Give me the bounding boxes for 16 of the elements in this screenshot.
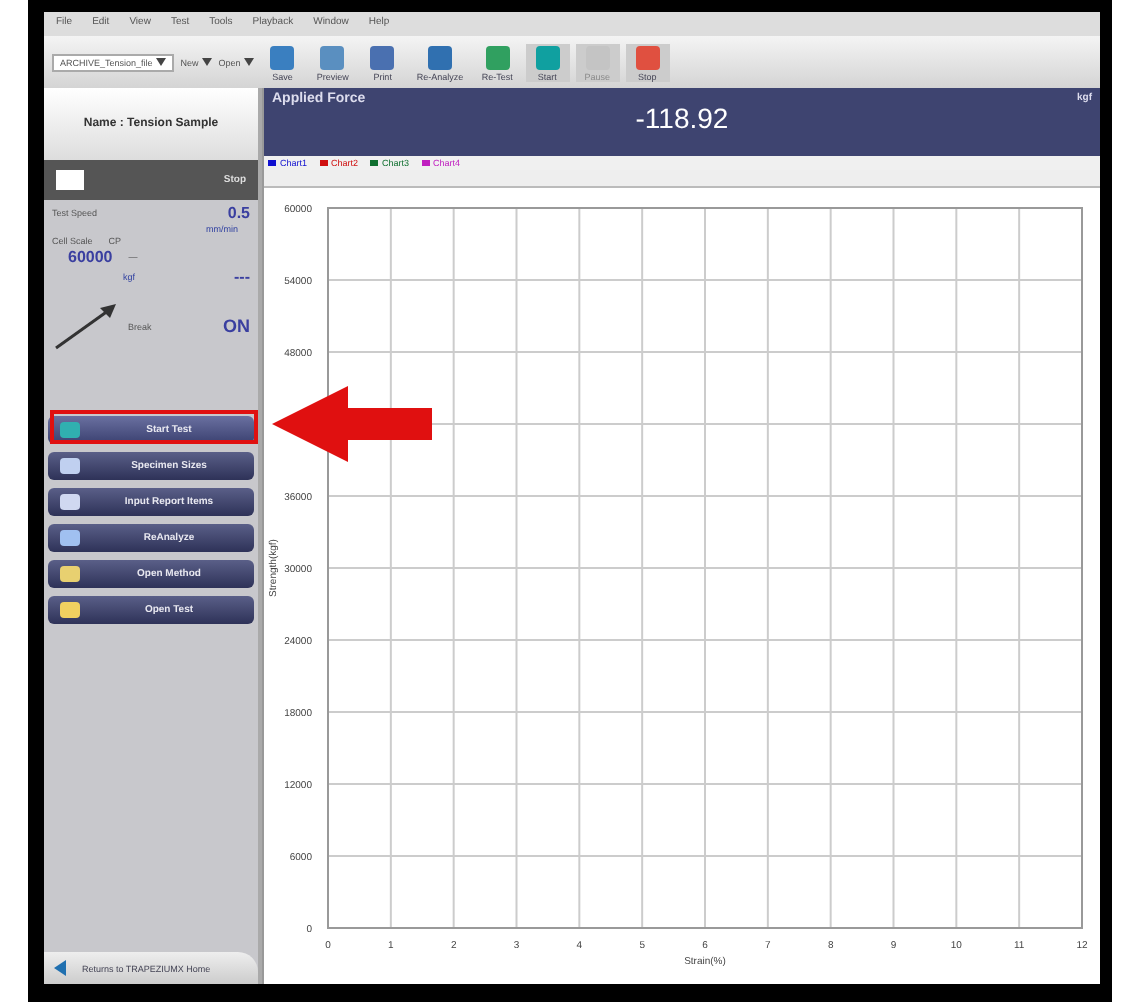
break-value: ON (223, 316, 250, 336)
button-icon (58, 528, 82, 548)
force-value: -118.92 (633, 102, 731, 134)
button-icon (58, 456, 82, 476)
button-icon (58, 492, 82, 512)
button-icon (58, 420, 82, 440)
cell-scale-value: 60000 (68, 248, 113, 266)
button-icon (58, 600, 82, 620)
diagonal-arrow-icon (52, 300, 120, 352)
caret-icon (244, 58, 255, 66)
cell-reading: --- (233, 268, 250, 286)
caret-icon (202, 58, 213, 66)
speed-value: 0.5 (227, 204, 250, 222)
button-icon (58, 564, 82, 584)
stop-square-icon (56, 170, 84, 190)
caret-icon (156, 58, 167, 66)
